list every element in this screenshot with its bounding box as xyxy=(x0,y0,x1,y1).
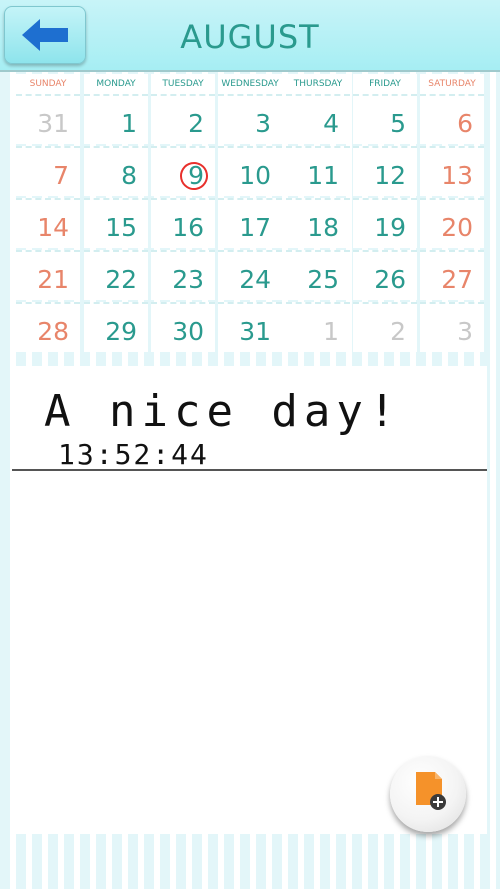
day-cell[interactable]: 10 xyxy=(218,146,282,196)
day-cell[interactable]: 16 xyxy=(151,198,215,248)
day-number: 23 xyxy=(172,265,204,294)
day-cell[interactable]: 2 xyxy=(353,302,417,352)
add-note-icon xyxy=(416,772,446,810)
weekday-label-saturday: SATURDAY xyxy=(420,74,484,94)
day-cell[interactable]: 3 xyxy=(218,94,282,144)
day-number: 3 xyxy=(255,109,271,138)
day-number: 21 xyxy=(37,265,69,294)
day-cell[interactable]: 14 xyxy=(16,198,80,248)
weekday-label-wednesday: WEDNESDAY xyxy=(218,74,282,94)
weekday-label-thursday: THURSDAY xyxy=(286,74,350,94)
day-number: 15 xyxy=(105,213,137,242)
day-cell[interactable]: 26 xyxy=(353,250,417,300)
weekday-label-tuesday: TUESDAY xyxy=(151,74,215,94)
day-cell[interactable]: 19 xyxy=(353,198,417,248)
day-number: 18 xyxy=(307,213,339,242)
day-cell[interactable]: 11 xyxy=(286,146,350,196)
day-cell[interactable]: 1 xyxy=(84,94,148,144)
day-number: 3 xyxy=(457,317,473,346)
day-number: 4 xyxy=(323,109,339,138)
day-number: 7 xyxy=(53,161,69,190)
day-cell[interactable]: 27 xyxy=(420,250,484,300)
day-cell[interactable]: 18 xyxy=(286,198,350,248)
day-number: 2 xyxy=(390,317,406,346)
day-cell[interactable]: 13 xyxy=(420,146,484,196)
calendar-grid: SUNDAY MONDAY TUESDAY WEDNESDAY THURSDAY… xyxy=(16,74,486,352)
day-number: 31 xyxy=(37,109,69,138)
day-cell[interactable]: 12 xyxy=(353,146,417,196)
day-cell[interactable]: 24 xyxy=(218,250,282,300)
day-number: 2 xyxy=(188,109,204,138)
day-cell[interactable]: 25 xyxy=(286,250,350,300)
day-cell[interactable]: 5 xyxy=(353,94,417,144)
day-cell[interactable]: 17 xyxy=(218,198,282,248)
day-cell[interactable]: 23 xyxy=(151,250,215,300)
day-number: 1 xyxy=(323,317,339,346)
day-number: 28 xyxy=(37,317,69,346)
day-number: 6 xyxy=(457,109,473,138)
day-cell[interactable]: 22 xyxy=(84,250,148,300)
day-cell[interactable]: 31 xyxy=(16,94,80,144)
day-number: 26 xyxy=(374,265,406,294)
day-number: 24 xyxy=(239,265,271,294)
day-number: 20 xyxy=(441,213,473,242)
memo-text: A nice day! xyxy=(44,386,402,437)
day-number: 10 xyxy=(239,161,271,190)
day-cell[interactable]: 28 xyxy=(16,302,80,352)
day-cell[interactable]: 30 xyxy=(151,302,215,352)
day-number: 25 xyxy=(307,265,339,294)
app-header: AUGUST xyxy=(0,0,500,72)
day-number: 29 xyxy=(105,317,137,346)
day-number: 8 xyxy=(121,161,137,190)
day-cell[interactable]: 21 xyxy=(16,250,80,300)
day-number: 17 xyxy=(239,213,271,242)
weekday-label-sunday: SUNDAY xyxy=(16,74,80,94)
day-number: 11 xyxy=(307,161,339,190)
month-title: AUGUST xyxy=(180,18,320,56)
day-number: 1 xyxy=(121,109,137,138)
day-number: 13 xyxy=(441,161,473,190)
add-memo-button[interactable] xyxy=(390,756,466,832)
day-cell[interactable]: 8 xyxy=(84,146,148,196)
weekday-label-friday: FRIDAY xyxy=(353,74,417,94)
day-number: 27 xyxy=(441,265,473,294)
memo-timestamp: 13:52:44 xyxy=(58,438,209,471)
day-cell[interactable]: 7 xyxy=(16,146,80,196)
day-cell[interactable]: 2 xyxy=(151,94,215,144)
day-number: 14 xyxy=(37,213,69,242)
day-number: 30 xyxy=(172,317,204,346)
day-cell[interactable]: 31 xyxy=(218,302,282,352)
day-number: 12 xyxy=(374,161,406,190)
day-number: 31 xyxy=(239,317,271,346)
day-number: 16 xyxy=(172,213,204,242)
day-cell-today[interactable]: 9 xyxy=(151,146,215,196)
day-cell[interactable]: 1 xyxy=(286,302,350,352)
day-cell[interactable]: 4 xyxy=(286,94,350,144)
weekday-label-monday: MONDAY xyxy=(84,74,148,94)
day-cell[interactable]: 15 xyxy=(84,198,148,248)
day-cell[interactable]: 3 xyxy=(420,302,484,352)
weekday-header-row: SUNDAY MONDAY TUESDAY WEDNESDAY THURSDAY… xyxy=(16,74,486,94)
day-cell[interactable]: 20 xyxy=(420,198,484,248)
day-number: 22 xyxy=(105,265,137,294)
day-number: 9 xyxy=(188,161,204,190)
day-cell[interactable]: 29 xyxy=(84,302,148,352)
day-number: 5 xyxy=(390,109,406,138)
day-number: 19 xyxy=(374,213,406,242)
memo-divider xyxy=(12,469,487,471)
day-cell[interactable]: 6 xyxy=(420,94,484,144)
